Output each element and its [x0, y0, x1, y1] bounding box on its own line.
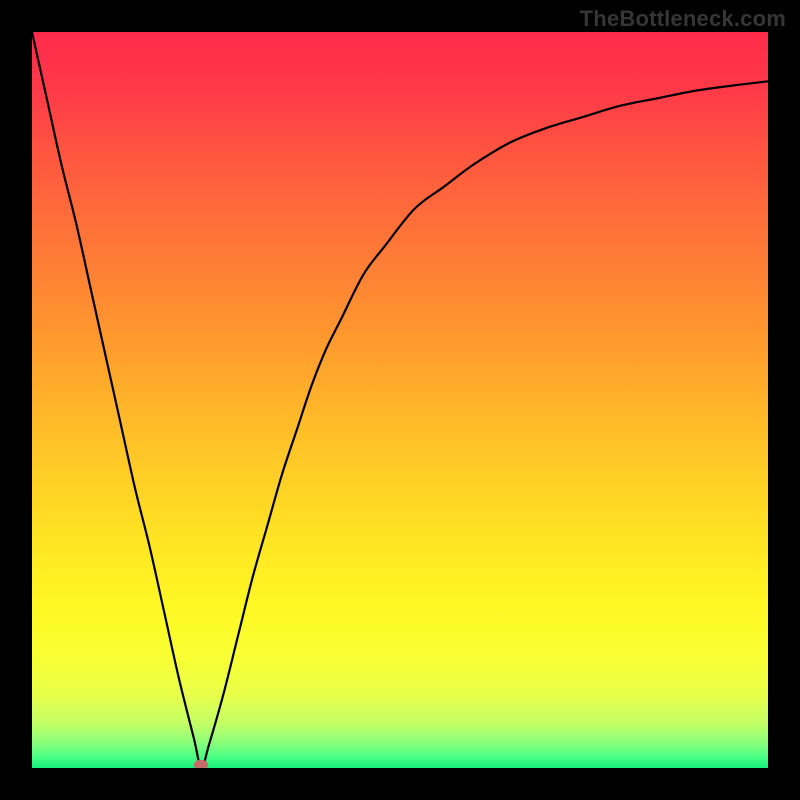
plot-area: [32, 32, 768, 768]
bottleneck-curve: [32, 32, 768, 768]
chart-frame: TheBottleneck.com: [0, 0, 800, 800]
minimum-marker: [194, 760, 208, 768]
watermark-text: TheBottleneck.com: [580, 6, 786, 32]
curve-layer: [32, 32, 768, 768]
